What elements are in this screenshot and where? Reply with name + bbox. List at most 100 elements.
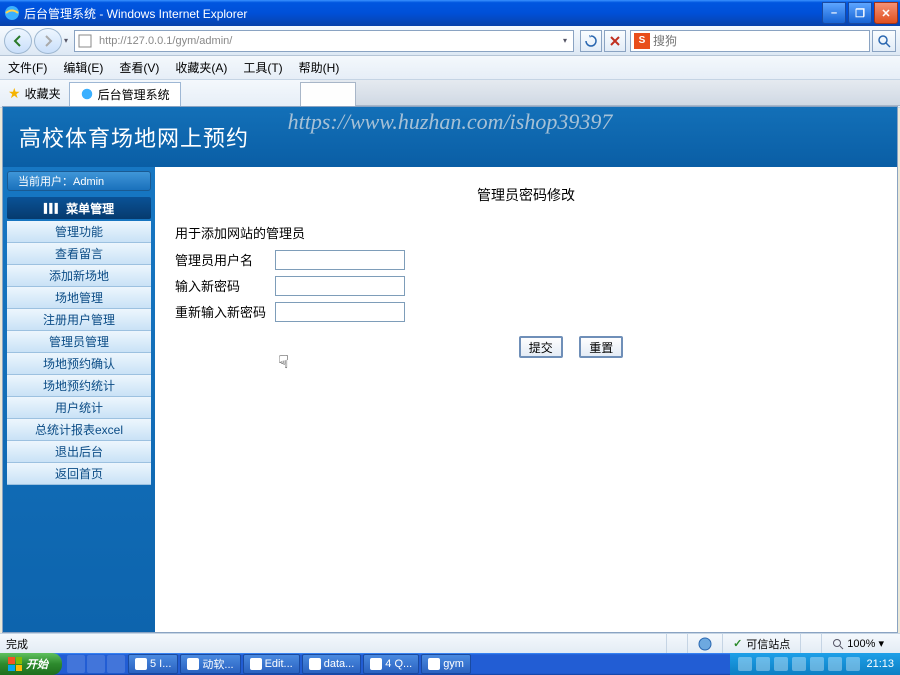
sidebar-item-venue-manage[interactable]: 场地管理 [7, 287, 151, 309]
sidebar-item-booking-confirm[interactable]: 场地预约确认 [7, 353, 151, 375]
quicklaunch-3[interactable] [107, 655, 125, 673]
zoom-control[interactable]: 100% ▾ [821, 634, 894, 653]
tray-icon[interactable] [792, 657, 806, 671]
taskbar-clock[interactable]: 21:13 [866, 658, 894, 670]
star-icon: ★ [8, 85, 21, 102]
sidebar-item-admin-functions[interactable]: 管理功能 [7, 221, 151, 243]
tray-icon[interactable] [738, 657, 752, 671]
sidebar-item-report-excel[interactable]: 总统计报表excel [7, 419, 151, 441]
search-button[interactable] [872, 30, 896, 52]
address-dropdown[interactable]: ▾ [563, 36, 567, 45]
trusted-site-label[interactable]: 可信站点 [722, 634, 800, 653]
taskbar-btn-1[interactable]: 5 I... [128, 654, 178, 674]
sogou-icon: S [634, 33, 650, 49]
menu-file[interactable]: 文件(F) [8, 59, 47, 76]
protected-mode-seg [800, 634, 821, 653]
app-icon [428, 658, 440, 670]
username-label: 管理员用户名 [175, 250, 275, 269]
nav-history-dropdown[interactable]: ▾ [64, 36, 68, 45]
start-label: 开始 [26, 656, 48, 672]
sidebar-item-logout[interactable]: 退出后台 [7, 441, 151, 463]
back-button[interactable] [4, 28, 32, 54]
ie-icon [4, 5, 20, 21]
tab-strip [310, 80, 900, 106]
form-description: 用于添加网站的管理员 [175, 223, 877, 242]
menu-favorites[interactable]: 收藏夹(A) [175, 59, 227, 76]
newpass-label: 输入新密码 [175, 276, 275, 295]
sidebar: 当前用户：Admin ▌▌▌ 菜单管理 管理功能 查看留言 添加新场地 场地管理… [3, 167, 155, 632]
taskbar-btn-4[interactable]: data... [302, 654, 362, 674]
sidebar-item-add-venue[interactable]: 添加新场地 [7, 265, 151, 287]
menu-header-label: 菜单管理 [66, 200, 114, 217]
maximize-button[interactable]: ❐ [848, 2, 872, 24]
app-icon [370, 658, 382, 670]
favorites-label[interactable]: 收藏夹 [25, 85, 61, 102]
address-input[interactable] [95, 35, 563, 47]
taskbar: 开始 5 I... 动软... Edit... data... 4 Q... g… [0, 653, 900, 675]
menu-bar: 文件(F) 编辑(E) 查看(V) 收藏夹(A) 工具(T) 帮助(H) [0, 56, 900, 80]
content-area: https://www.huzhan.com/ishop39397 高校体育场地… [2, 106, 898, 633]
search-box[interactable]: S [630, 30, 870, 52]
new-tab-button[interactable] [300, 82, 356, 106]
sidebar-item-view-messages[interactable]: 查看留言 [7, 243, 151, 265]
zoom-icon [832, 638, 844, 650]
menu-header[interactable]: ▌▌▌ 菜单管理 [7, 197, 151, 219]
tray-icon[interactable] [774, 657, 788, 671]
tray-icon[interactable] [810, 657, 824, 671]
submit-button[interactable]: 提交 [519, 336, 563, 358]
status-bar: 完成 可信站点 100% ▾ [0, 633, 900, 653]
tray-icon[interactable] [756, 657, 770, 671]
status-text: 完成 [6, 636, 666, 652]
current-user-label: 当前用户：Admin [18, 173, 104, 189]
sidebar-item-user-manage[interactable]: 注册用户管理 [7, 309, 151, 331]
sidebar-item-booking-stats[interactable]: 场地预约统计 [7, 375, 151, 397]
quicklaunch-1[interactable] [67, 655, 85, 673]
app-icon [250, 658, 262, 670]
refresh-button[interactable] [580, 30, 602, 52]
menu-bars-icon: ▌▌▌ [44, 203, 60, 213]
page-tab-label: 后台管理系统 [98, 86, 170, 103]
quicklaunch-2[interactable] [87, 655, 105, 673]
taskbar-btn-3[interactable]: Edit... [243, 654, 300, 674]
reset-button[interactable]: 重置 [579, 336, 623, 358]
close-button[interactable]: ✕ [874, 2, 898, 24]
zoom-value: 100% [847, 638, 875, 650]
taskbar-btn-5[interactable]: 4 Q... [363, 654, 419, 674]
confirm-label: 重新输入新密码 [175, 302, 275, 321]
confirm-input[interactable] [275, 302, 405, 322]
forward-button[interactable] [34, 28, 62, 54]
sidebar-item-home[interactable]: 返回首页 [7, 463, 151, 485]
main-panel: 管理员密码修改 用于添加网站的管理员 管理员用户名 输入新密码 重新输入新密码 … [155, 167, 897, 632]
app-icon [135, 658, 147, 670]
tray-icon[interactable] [828, 657, 842, 671]
menu-edit[interactable]: 编辑(E) [63, 59, 103, 76]
app-icon [187, 658, 199, 670]
status-seg-1 [666, 634, 687, 653]
taskbar-btn-6[interactable]: gym [421, 654, 471, 674]
username-input[interactable] [275, 250, 405, 270]
sidebar-item-admin-manage[interactable]: 管理员管理 [7, 331, 151, 353]
globe-icon [698, 637, 712, 651]
tray-icon[interactable] [846, 657, 860, 671]
stop-button[interactable] [604, 30, 626, 52]
start-button[interactable]: 开始 [0, 653, 62, 675]
minimize-button[interactable]: – [822, 2, 846, 24]
address-bar[interactable]: ▾ [74, 30, 574, 52]
windows-logo-icon [8, 657, 22, 671]
page-tab[interactable]: 后台管理系统 [69, 82, 181, 106]
taskbar-btn-2[interactable]: 动软... [180, 654, 240, 674]
window-title: 后台管理系统 - Windows Internet Explorer [24, 5, 820, 22]
page-icon [77, 33, 93, 49]
app-icon [309, 658, 321, 670]
system-tray: 21:13 [730, 653, 900, 675]
status-seg-2 [687, 634, 722, 653]
nav-toolbar: ▾ ▾ S [0, 26, 900, 56]
menu-tools[interactable]: 工具(T) [243, 59, 282, 76]
search-input[interactable] [653, 34, 869, 48]
site-banner: 高校体育场地网上预约 [3, 107, 897, 167]
menu-view[interactable]: 查看(V) [119, 59, 159, 76]
window-titlebar: 后台管理系统 - Windows Internet Explorer – ❐ ✕ [0, 0, 900, 26]
menu-help[interactable]: 帮助(H) [299, 59, 340, 76]
newpass-input[interactable] [275, 276, 405, 296]
sidebar-item-user-stats[interactable]: 用户统计 [7, 397, 151, 419]
